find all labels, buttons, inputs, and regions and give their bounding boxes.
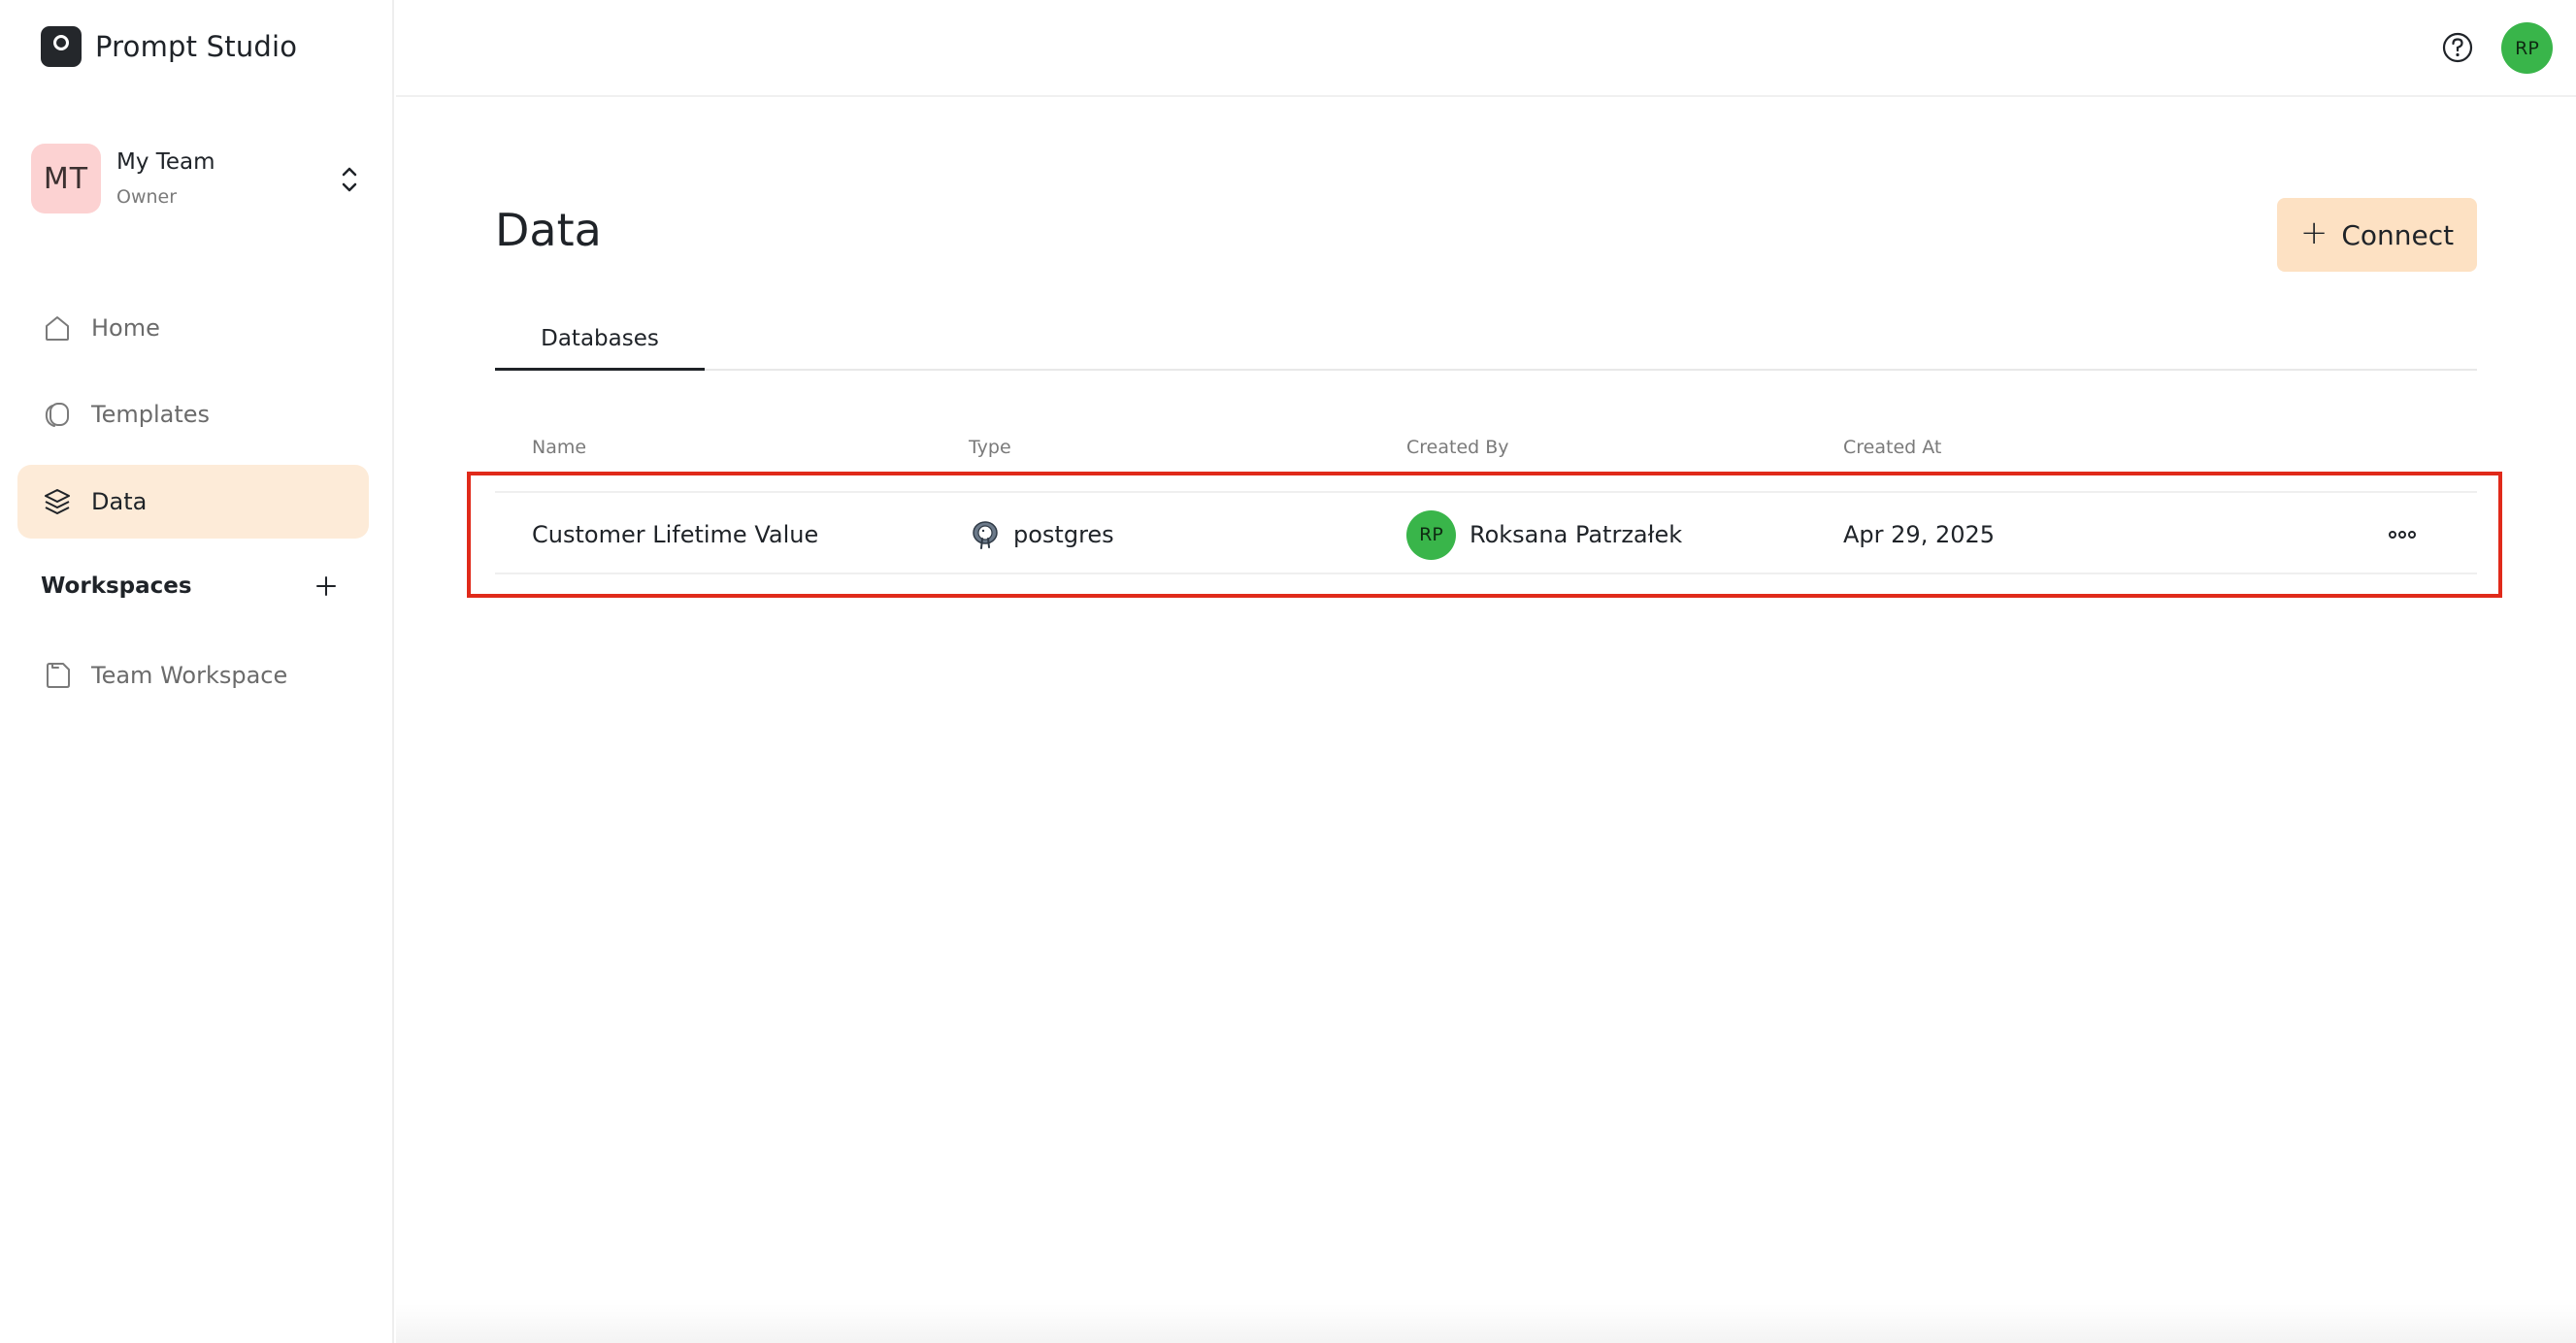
sidebar-item-home[interactable]: Home xyxy=(17,291,369,365)
column-header-created-at: Created At xyxy=(1843,437,1942,458)
team-avatar: MT xyxy=(31,144,101,213)
home-icon xyxy=(41,311,74,344)
plus-icon: + xyxy=(2299,213,2328,252)
workspaces-title: Workspaces xyxy=(41,573,192,599)
tab-databases[interactable]: Databases xyxy=(495,320,705,371)
sidebar-item-label: Data xyxy=(91,488,148,515)
row-type: postgres xyxy=(969,493,1114,576)
sidebar-item-label: Templates xyxy=(91,401,211,428)
tab-bar: Databases xyxy=(495,320,2477,371)
connect-button[interactable]: + Connect xyxy=(2277,198,2477,272)
help-button[interactable] xyxy=(2440,30,2475,65)
layers-icon xyxy=(41,485,74,518)
row-type-label: postgres xyxy=(1013,521,1114,548)
column-header-created-by: Created By xyxy=(1406,437,1509,458)
table-row[interactable]: Customer Lifetime Value postgres RP Roks… xyxy=(495,491,2477,574)
workspace-icon xyxy=(41,659,74,692)
plus-icon xyxy=(316,576,336,596)
avatar: RP xyxy=(1406,509,1456,560)
tab-label: Databases xyxy=(541,326,659,351)
sidebar-item-data[interactable]: Data xyxy=(17,465,369,539)
brand[interactable]: Prompt Studio xyxy=(41,26,297,67)
sidebar-item-templates[interactable]: Templates xyxy=(17,377,369,451)
sidebar-item-label: Home xyxy=(91,314,160,342)
creator-name: Roksana Patrzałek xyxy=(1470,521,1683,548)
sidebar-item-label: Team Workspace xyxy=(91,662,288,689)
connect-button-label: Connect xyxy=(2341,218,2455,251)
row-created-by: RP Roksana Patrzałek xyxy=(1406,493,1682,576)
page-title: Data xyxy=(495,204,602,256)
templates-icon xyxy=(41,398,74,431)
bottom-shade xyxy=(396,1304,2576,1343)
user-avatar[interactable]: RP xyxy=(2501,22,2553,74)
sidebar: Prompt Studio MT My Team Owner Home Temp… xyxy=(0,0,394,1343)
more-horizontal-icon xyxy=(2389,531,2416,539)
brand-logo-icon xyxy=(41,26,82,67)
column-header-type: Type xyxy=(969,437,1011,458)
team-role: Owner xyxy=(116,186,178,208)
sidebar-item-team-workspace[interactable]: Team Workspace xyxy=(17,639,369,712)
add-workspace-button[interactable] xyxy=(311,571,342,602)
chevron-up-down-icon[interactable] xyxy=(338,163,361,196)
row-created-at: Apr 29, 2025 xyxy=(1843,521,1996,548)
row-name: Customer Lifetime Value xyxy=(532,521,819,548)
team-switcher[interactable]: MT My Team Owner xyxy=(31,144,361,213)
help-icon xyxy=(2442,32,2473,63)
team-name: My Team xyxy=(116,149,215,175)
row-more-button[interactable] xyxy=(2388,520,2417,549)
column-header-name: Name xyxy=(532,437,587,458)
postgres-icon xyxy=(969,518,1002,551)
workspaces-header: Workspaces xyxy=(41,571,342,602)
brand-name: Prompt Studio xyxy=(95,30,298,63)
top-bar xyxy=(396,0,2576,97)
